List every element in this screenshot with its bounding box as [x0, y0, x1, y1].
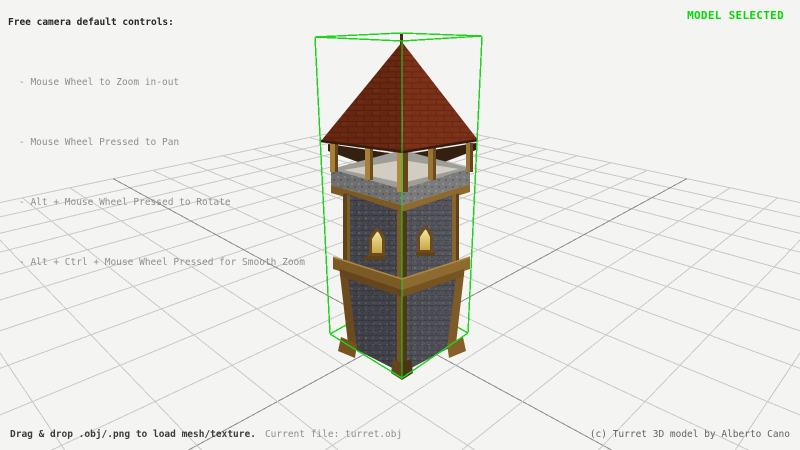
drop-hint: Drag & drop .obj/.png to load mesh/textu…: [10, 429, 256, 440]
credit-label: (c) Turret 3D model by Alberto Cano: [590, 429, 790, 440]
bbox-top-face: [315, 33, 482, 41]
help-item-pan: - Mouse Wheel Pressed to Pan: [19, 133, 305, 153]
help-list: - Mouse Wheel to Zoom in-out - Mouse Whe…: [19, 33, 305, 313]
current-file-label: Current file: turret.obj: [265, 429, 402, 440]
help-item-smooth: - Alt + Ctrl + Mouse Wheel Pressed for S…: [19, 253, 305, 273]
help-item-rotate: - Alt + Mouse Wheel Pressed to Rotate: [19, 193, 305, 213]
footer-left: Drag & drop .obj/.png to load mesh/textu…: [10, 429, 402, 440]
status-badge: MODEL SELECTED: [687, 9, 784, 22]
upper-corner-post-right: [452, 194, 456, 262]
upper-corner-post-left: [343, 194, 347, 262]
help-item-zoom: - Mouse Wheel to Zoom in-out: [19, 73, 305, 93]
viewport-3d[interactable]: Free camera default controls: - Mouse Wh…: [0, 0, 800, 450]
upper-corner-post-front: [397, 211, 402, 284]
roof: [321, 34, 478, 152]
help-title: Free camera default controls:: [8, 17, 174, 28]
turret-model[interactable]: [321, 34, 478, 380]
